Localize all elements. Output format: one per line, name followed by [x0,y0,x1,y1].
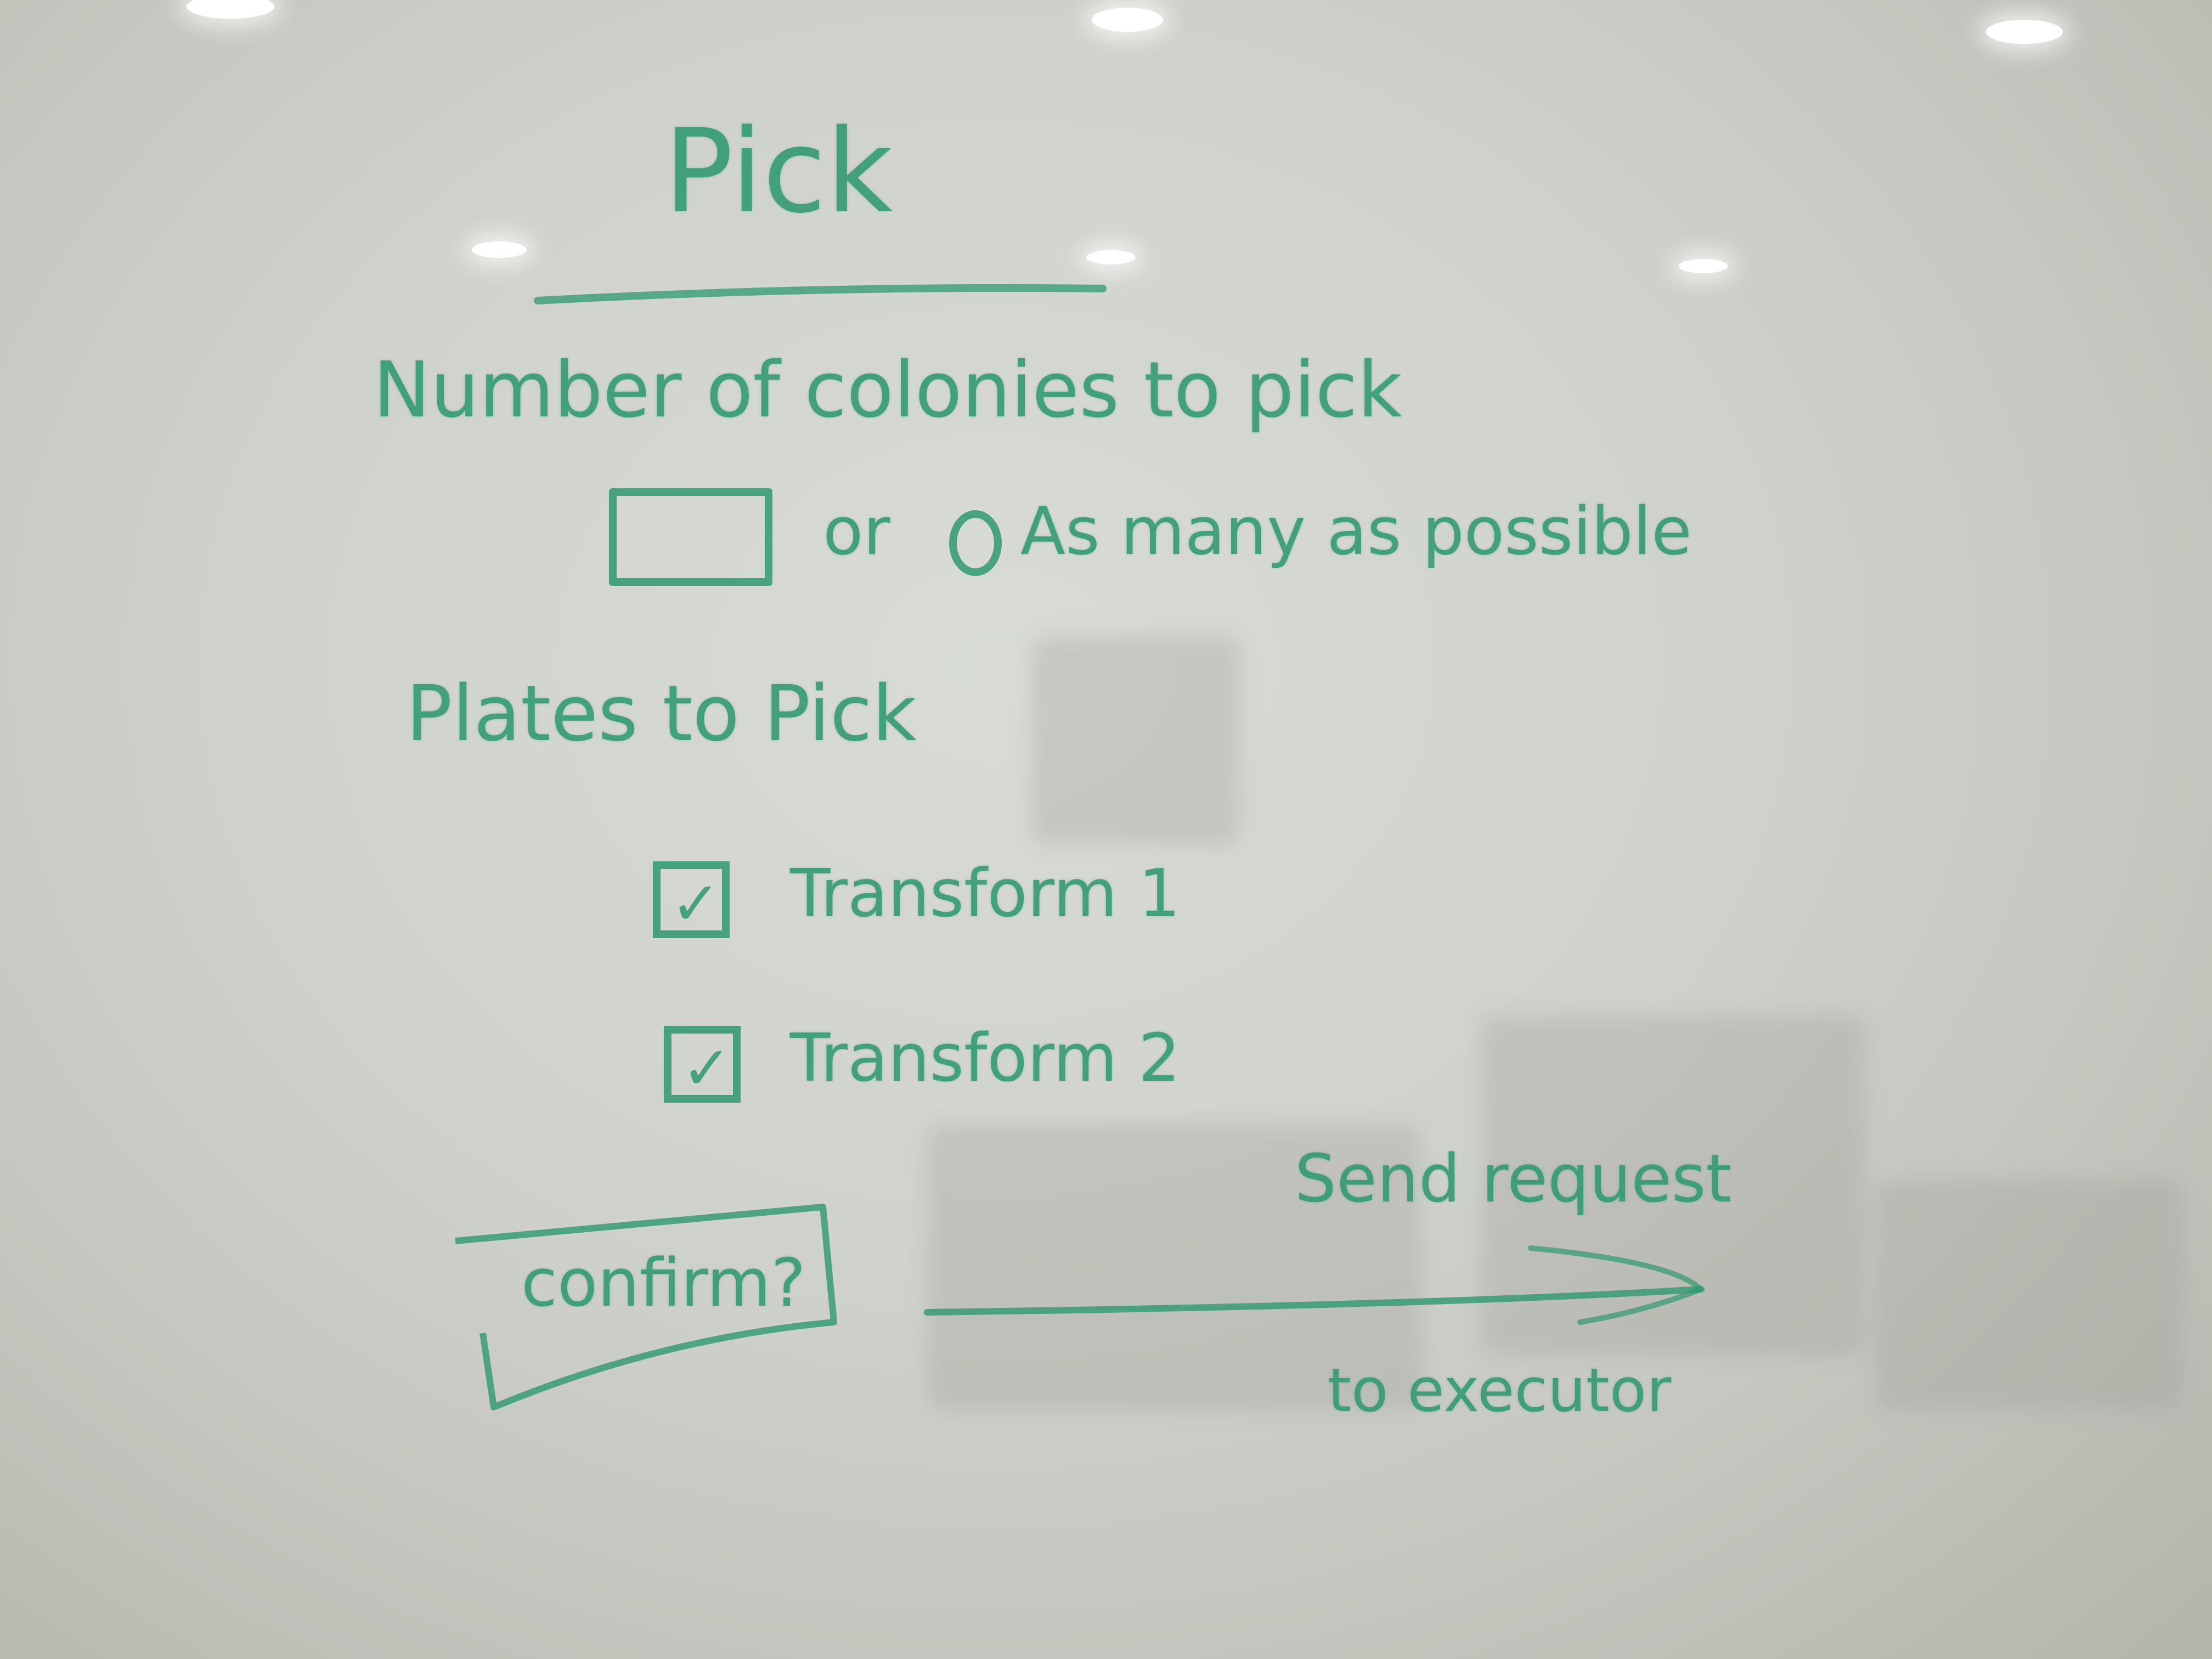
max-option-radio[interactable] [949,510,1002,576]
count-label: Number of colonies to pick [373,346,1402,435]
plates-label: Plates to Pick [406,669,917,759]
send-arrow-line [924,1286,1704,1316]
transform-2-label: Transform 2 [790,1020,1181,1097]
send-request-label: Send request [1295,1141,1732,1217]
to-executor-label: to executor [1328,1355,1672,1425]
transform-1-label: Transform 1 [790,856,1181,932]
whiteboard: Pick Number of colonies to pick or As ma… [0,0,2212,1659]
send-arrow-head [1528,1245,1706,1325]
check-icon: ✓ [681,1033,732,1103]
hand-drawn-strokes [455,284,1706,1410]
count-input[interactable] [609,488,772,586]
confirm-button[interactable]: confirm? [521,1245,806,1322]
title-underline [534,284,1107,304]
or-text: or [823,494,890,570]
transform-2-checkbox[interactable]: ✓ [664,1026,741,1103]
max-option-label: As many as possible [1020,494,1692,570]
check-icon: ✓ [670,868,721,939]
transform-1-checkbox[interactable]: ✓ [653,861,730,938]
